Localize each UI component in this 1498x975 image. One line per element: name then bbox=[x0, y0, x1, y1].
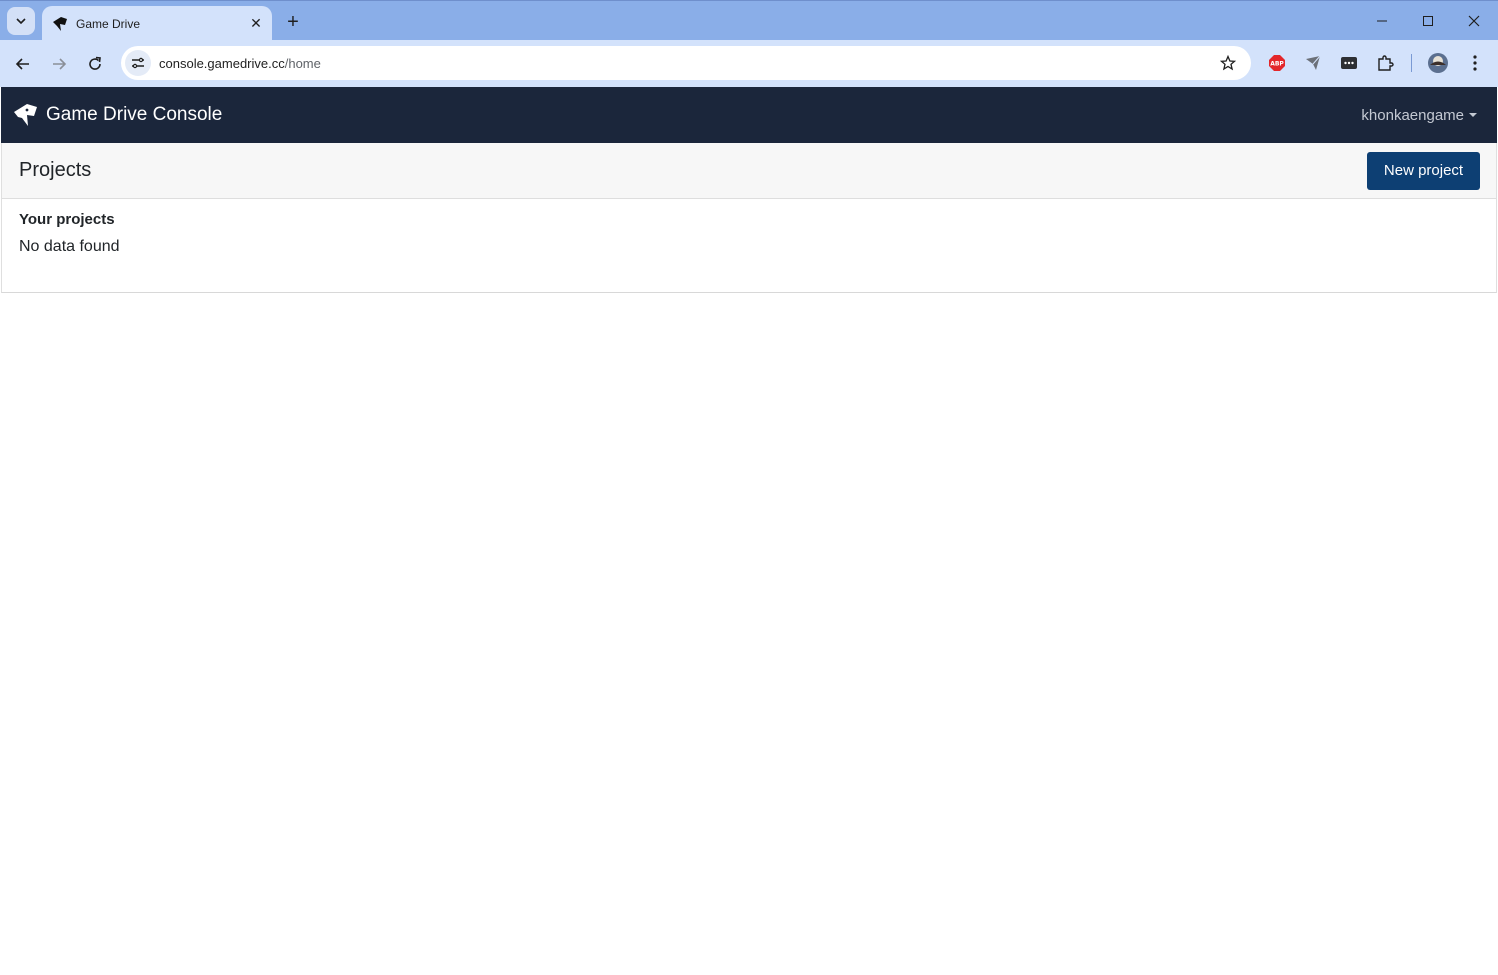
game-drive-logo-icon[interactable] bbox=[13, 102, 39, 128]
caret-down-icon bbox=[1469, 113, 1477, 117]
chevron-down-icon bbox=[16, 18, 26, 25]
more-vertical-icon bbox=[1473, 55, 1477, 71]
toolbar-separator bbox=[1411, 54, 1412, 72]
new-project-button[interactable]: New project bbox=[1367, 151, 1480, 190]
browser-tab[interactable]: Game Drive ✕ bbox=[42, 6, 272, 41]
browser-menu-button[interactable] bbox=[1462, 50, 1488, 76]
paper-plane-icon bbox=[1306, 55, 1321, 70]
adblock-extension-button[interactable]: ABP bbox=[1264, 50, 1290, 76]
minimize-icon bbox=[1377, 20, 1387, 22]
projects-card-header: Projects New project bbox=[2, 143, 1496, 199]
page-title: Projects bbox=[19, 159, 92, 181]
reload-icon bbox=[89, 56, 101, 70]
username: khonkaengame bbox=[1361, 106, 1464, 124]
your-projects-label: Your projects bbox=[19, 211, 115, 228]
tune-icon bbox=[132, 57, 144, 69]
extensions-button[interactable] bbox=[1372, 50, 1398, 76]
url-host: console.gamedrive.cc bbox=[159, 55, 285, 71]
bookmark-button[interactable] bbox=[1213, 48, 1243, 78]
reload-button[interactable] bbox=[79, 48, 111, 80]
password-extension-button[interactable] bbox=[1336, 50, 1362, 76]
puzzle-icon bbox=[1378, 55, 1394, 71]
abp-icon: ABP bbox=[1269, 55, 1285, 71]
svg-text:ABP: ABP bbox=[1270, 61, 1284, 68]
browser-titlebar: Game Drive ✕ + bbox=[0, 0, 1498, 41]
tab-title: Game Drive bbox=[76, 16, 141, 31]
password-manager-icon bbox=[1341, 57, 1357, 69]
projects-card: Projects New project Your projects No da… bbox=[1, 143, 1497, 293]
projects-card-body: Your projects No data found bbox=[2, 199, 1496, 292]
new-tab-button[interactable]: + bbox=[280, 9, 306, 35]
site-info-button[interactable] bbox=[125, 50, 151, 76]
forward-button[interactable] bbox=[43, 48, 75, 80]
game-drive-favicon-icon bbox=[53, 16, 67, 31]
brand-name[interactable]: Game Drive Console bbox=[46, 104, 222, 126]
tab-close-icon[interactable]: ✕ bbox=[244, 12, 268, 36]
url-path: /home bbox=[284, 55, 321, 71]
empty-state-message: No data found bbox=[19, 238, 120, 255]
tab-search-button[interactable] bbox=[7, 7, 35, 35]
maximize-button[interactable] bbox=[1405, 1, 1451, 41]
url-text[interactable]: console.gamedrive.cc/home bbox=[159, 56, 1213, 71]
browser-toolbar: console.gamedrive.cc/home ABP bbox=[0, 40, 1498, 87]
star-icon bbox=[1220, 55, 1236, 71]
maximize-icon bbox=[1423, 16, 1433, 26]
profile-button[interactable] bbox=[1425, 50, 1451, 76]
address-bar[interactable]: console.gamedrive.cc/home bbox=[121, 46, 1251, 80]
avatar-icon bbox=[1428, 53, 1448, 73]
close-window-button[interactable] bbox=[1451, 1, 1497, 41]
user-menu-toggle[interactable]: khonkaengame bbox=[1361, 107, 1477, 124]
app-viewport: Game Drive Console khonkaengame Projects… bbox=[1, 87, 1497, 974]
close-icon bbox=[1468, 15, 1480, 27]
paper-plane-extension-button[interactable] bbox=[1300, 50, 1326, 76]
arrow-left-icon bbox=[15, 58, 29, 70]
back-button[interactable] bbox=[7, 48, 39, 80]
minimize-button[interactable] bbox=[1359, 1, 1405, 41]
app-navbar: Game Drive Console khonkaengame bbox=[1, 87, 1497, 143]
arrow-right-icon bbox=[53, 58, 67, 70]
